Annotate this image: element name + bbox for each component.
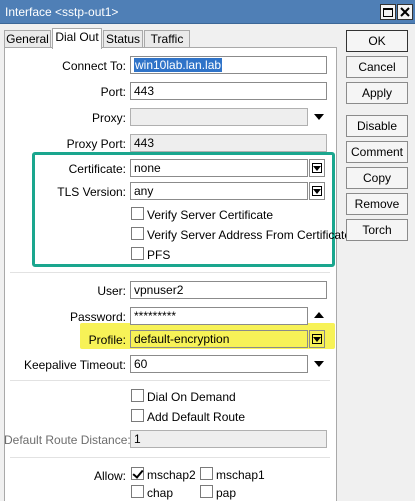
- chevron-down-icon: [314, 114, 324, 120]
- maximize-icon: [383, 7, 393, 17]
- verify-server-address-label: Verify Server Address From Certificate: [147, 228, 352, 242]
- add-default-route-checkbox[interactable]: [131, 409, 144, 422]
- profile-label: Profile:: [88, 333, 126, 347]
- port-label: Port:: [100, 85, 126, 99]
- tls-version-dropdown-button[interactable]: [309, 182, 325, 200]
- tab-general[interactable]: General: [4, 30, 51, 48]
- tls-version-label: TLS Version:: [57, 185, 126, 199]
- dropdown-icon: [312, 163, 322, 173]
- window-title: Interface <sstp-out1>: [5, 5, 119, 19]
- comment-button[interactable]: Comment: [346, 141, 408, 163]
- close-button[interactable]: [397, 4, 413, 20]
- torch-button[interactable]: Torch: [346, 219, 408, 241]
- separator: [10, 380, 330, 381]
- default-route-distance-field[interactable]: 1: [130, 430, 327, 448]
- pfs-label: PFS: [147, 248, 171, 262]
- certificate-select[interactable]: none: [130, 159, 308, 177]
- proxy-dropdown-arrow[interactable]: [312, 110, 326, 124]
- profile-dropdown-button[interactable]: [309, 330, 325, 348]
- separator: [10, 457, 330, 458]
- chevron-up-icon: [314, 312, 324, 318]
- verify-server-address-checkbox[interactable]: [131, 227, 144, 240]
- ok-button[interactable]: OK: [346, 30, 408, 52]
- dial-on-demand-checkbox[interactable]: [131, 389, 144, 402]
- allow-label: Allow:: [93, 469, 126, 483]
- proxy-port-label: Proxy Port:: [66, 137, 126, 151]
- connect-to-field[interactable]: win10lab.lan.lab: [130, 56, 327, 74]
- mschap2-checkbox[interactable]: [131, 467, 144, 480]
- password-field[interactable]: *********: [130, 307, 308, 325]
- close-icon: [400, 7, 410, 17]
- tab-dial-out[interactable]: Dial Out: [52, 28, 102, 49]
- profile-select[interactable]: default-encryption: [130, 330, 308, 348]
- user-field[interactable]: vpnuser2: [130, 281, 327, 299]
- mschap1-checkbox[interactable]: [200, 467, 213, 480]
- certificate-dropdown-button[interactable]: [309, 159, 325, 177]
- user-label: User:: [97, 284, 126, 298]
- chap-checkbox[interactable]: [131, 485, 144, 498]
- chap-label: chap: [147, 486, 174, 500]
- certificate-label: Certificate:: [68, 162, 126, 176]
- connect-to-label: Connect To:: [62, 59, 126, 73]
- apply-button[interactable]: Apply: [346, 82, 408, 104]
- separator: [10, 272, 330, 273]
- remove-button[interactable]: Remove: [346, 193, 408, 215]
- tab-traffic[interactable]: Traffic: [144, 30, 190, 48]
- proxy-port-field[interactable]: 443: [130, 134, 327, 152]
- dropdown-icon: [312, 186, 322, 196]
- pap-label: pap: [216, 486, 237, 500]
- dial-on-demand-label: Dial On Demand: [147, 390, 236, 404]
- pfs-checkbox[interactable]: [131, 247, 144, 260]
- password-toggle-arrow[interactable]: [312, 308, 326, 322]
- tab-status[interactable]: Status: [103, 30, 143, 48]
- keepalive-dropdown-arrow[interactable]: [312, 357, 326, 371]
- maximize-button[interactable]: [380, 4, 396, 20]
- dropdown-icon: [312, 334, 322, 344]
- cancel-button[interactable]: Cancel: [346, 56, 408, 78]
- copy-button[interactable]: Copy: [346, 167, 408, 189]
- default-route-distance-label: Default Route Distance:: [4, 433, 131, 447]
- disable-button[interactable]: Disable: [346, 115, 408, 137]
- add-default-route-label: Add Default Route: [147, 410, 246, 424]
- title-bar: Interface <sstp-out1>: [0, 0, 415, 24]
- password-label: Password:: [69, 310, 126, 324]
- keepalive-timeout-field[interactable]: 60: [130, 355, 308, 373]
- proxy-field[interactable]: [130, 108, 308, 126]
- verify-server-certificate-label: Verify Server Certificate: [147, 208, 274, 222]
- proxy-label: Proxy:: [91, 111, 126, 125]
- tls-version-select[interactable]: any: [130, 182, 308, 200]
- mschap2-label: mschap2: [147, 468, 196, 482]
- connect-to-value: win10lab.lan.lab: [134, 58, 223, 72]
- chevron-down-icon: [314, 361, 324, 367]
- port-field[interactable]: 443: [130, 82, 327, 100]
- verify-server-certificate-checkbox[interactable]: [131, 207, 144, 220]
- keepalive-timeout-label: Keepalive Timeout:: [23, 358, 126, 372]
- mschap1-label: mschap1: [216, 468, 265, 482]
- pap-checkbox[interactable]: [200, 485, 213, 498]
